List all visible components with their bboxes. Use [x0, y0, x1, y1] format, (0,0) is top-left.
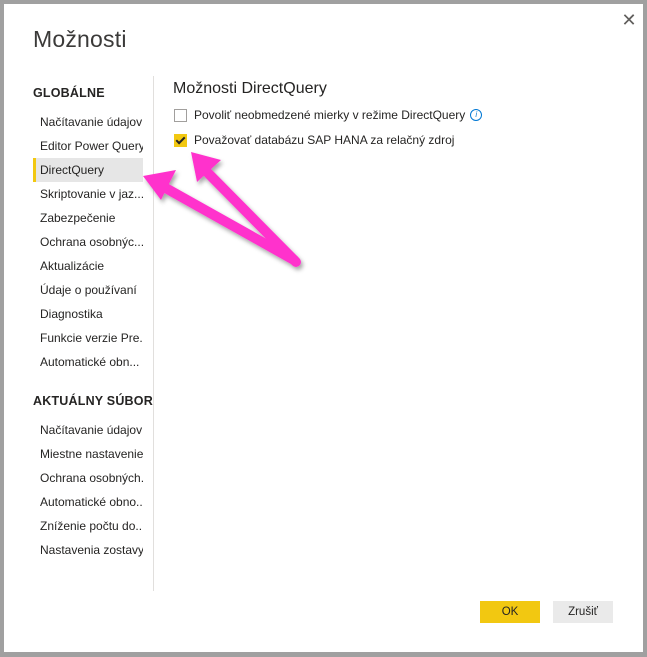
sidebar-item-updates[interactable]: Aktualizácie: [33, 254, 143, 278]
cancel-button[interactable]: Zrušiť: [553, 601, 613, 623]
unrestricted-measures-checkbox[interactable]: [174, 108, 187, 122]
global-heading: GLOBÁLNE: [33, 86, 105, 100]
sidebar-item-usage-data[interactable]: Údaje o používaní: [33, 278, 143, 302]
sap-hana-relational-checkbox[interactable]: [174, 133, 187, 147]
sidebar-item-file-data-load[interactable]: Načítavanie údajov: [33, 418, 143, 442]
sidebar-item-report-settings[interactable]: Nastavenia zostavy: [33, 538, 143, 562]
sidebar-item-auto-recovery[interactable]: Automatické obn...: [33, 350, 143, 374]
sidebar-item-file-auto-recovery[interactable]: Automatické obno...: [33, 490, 143, 514]
sidebar-item-file-privacy[interactable]: Ochrana osobných...: [33, 466, 143, 490]
unrestricted-measures-label: Povoliť neobmedzené mierky v režime Dire…: [194, 108, 466, 122]
sap-hana-relational-label: Považovať databázu SAP HANA za relačný z…: [194, 133, 455, 147]
sidebar-item-regional-settings[interactable]: Miestne nastavenie: [33, 442, 143, 466]
close-icon[interactable]: ✕: [619, 10, 639, 30]
sidebar-item-query-reduction[interactable]: Zníženie počtu do...: [33, 514, 143, 538]
option-unrestricted-measures: Povoliť neobmedzené mierky v režime Dire…: [174, 106, 483, 124]
sidebar-item-scripting[interactable]: Skriptovanie v jaz...: [33, 182, 143, 206]
sidebar-item-security[interactable]: Zabezpečenie: [33, 206, 143, 230]
sidebar-item-preview-features[interactable]: Funkcie verzie Pre...: [33, 326, 143, 350]
ok-button[interactable]: OK: [480, 601, 540, 623]
option-sap-hana-relational: Považovať databázu SAP HANA za relačný z…: [174, 131, 454, 149]
dialog-title: Možnosti: [33, 26, 127, 52]
info-icon[interactable]: i: [470, 109, 483, 121]
sidebar-item-diagnostics[interactable]: Diagnostika: [33, 302, 143, 326]
options-dialog: ✕ Možnosti GLOBÁLNE Načítavanie údajov E…: [4, 4, 643, 652]
sidebar-item-directquery[interactable]: DirectQuery: [33, 158, 143, 182]
sidebar-item-power-query-editor[interactable]: Editor Power Query: [33, 134, 143, 158]
sidebar-divider: [153, 76, 154, 591]
content-title: Možnosti DirectQuery: [173, 80, 327, 97]
sidebar-item-privacy[interactable]: Ochrana osobnýc...: [33, 230, 143, 254]
current-file-heading: AKTUÁLNY SÚBOR: [33, 394, 153, 408]
sidebar-item-data-load[interactable]: Načítavanie údajov: [33, 110, 143, 134]
